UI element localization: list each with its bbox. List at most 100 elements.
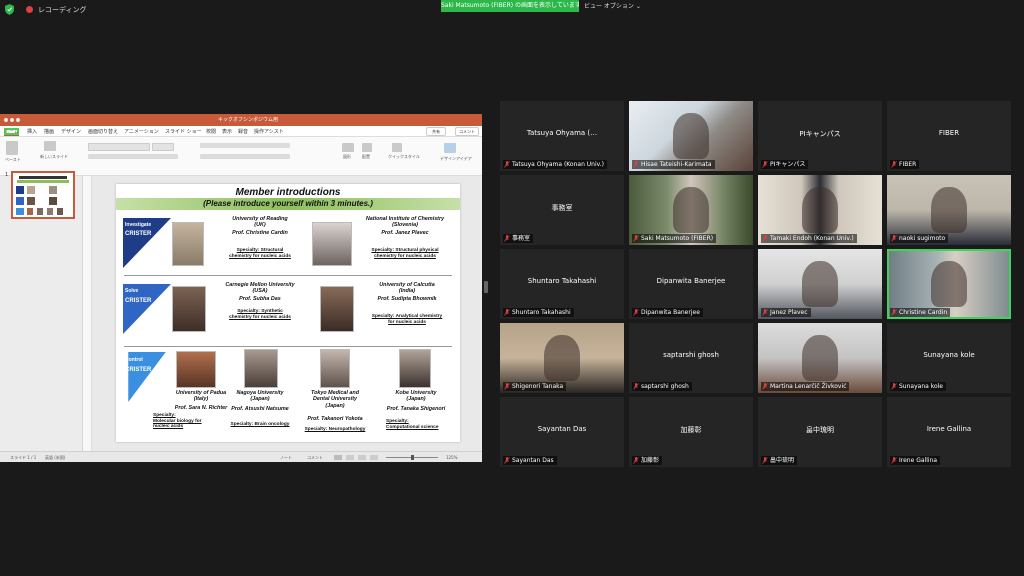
participant-label-text: 事務室 — [512, 235, 531, 242]
font-size-dropdown[interactable] — [152, 143, 174, 151]
participant-label: Tatsuya Ohyama (Konan Univ.) — [503, 160, 607, 169]
alignment-toolbar[interactable] — [200, 154, 290, 159]
prof-atsushi-natsume: Prof. Atsushi Natsume — [231, 406, 289, 412]
photo-christine-cardin — [172, 222, 204, 266]
group-crister-investigate: CRISTER — [125, 231, 152, 237]
microphone-muted-icon — [891, 309, 897, 316]
comments-button[interactable]: コメント — [455, 127, 479, 136]
share-button[interactable]: 共有 — [426, 127, 446, 136]
participant-label: PIキャンパス — [761, 160, 809, 169]
notes-button[interactable]: ノート — [280, 455, 292, 461]
zoom-level[interactable]: 125% — [446, 455, 457, 460]
participant-tile[interactable]: 事務室 事務室 — [500, 175, 624, 245]
participant-tile[interactable]: Tamaki Endoh (Konan Univ.) — [758, 175, 882, 245]
status-language: 英語 (米国) — [45, 455, 66, 460]
microphone-muted-icon — [504, 161, 510, 168]
participant-label-text: Irene Gallina — [899, 457, 938, 464]
tab-insert[interactable]: 挿入 — [27, 128, 37, 135]
participant-label-text: Saki Matsumoto (FIBER) — [641, 235, 714, 242]
slide-sorter-icon[interactable] — [346, 455, 354, 460]
security-shield-icon[interactable] — [5, 4, 14, 15]
participant-tile[interactable]: Janez Plavec — [758, 249, 882, 319]
microphone-muted-icon — [891, 235, 897, 242]
section-divider — [124, 275, 452, 276]
participant-tile[interactable]: Shuntaro Takahashi Shuntaro Takahashi — [500, 249, 624, 319]
participant-tile[interactable]: Sunayana kole Sunayana kole — [887, 323, 1011, 393]
tab-transitions[interactable]: 画面切り替え — [88, 128, 118, 135]
participant-tile[interactable]: Saki Matsumoto (FIBER) — [629, 175, 753, 245]
participant-tile[interactable]: Shigenori Tanaka — [500, 323, 624, 393]
specialty-bhowmik: Specialty: Analytical chemistry for nucl… — [371, 314, 443, 325]
tab-review[interactable]: 校閲 — [206, 128, 216, 135]
tab-view[interactable]: 表示 — [222, 128, 232, 135]
participant-name: PIキャンパス — [799, 130, 841, 138]
reading-view-icon[interactable] — [358, 455, 366, 460]
specialty-richter: Specialty: Molecular biology for nucleic… — [153, 413, 202, 430]
participant-label-text: Martina Lenarčič Živković — [770, 383, 847, 390]
quick-styles-icon[interactable] — [392, 143, 402, 152]
participant-tile[interactable]: Christine Cardin — [887, 249, 1011, 319]
participant-label-text: Sayantan Das — [512, 457, 554, 464]
microphone-muted-icon — [891, 383, 897, 390]
participant-tile[interactable]: Martina Lenarčič Živković — [758, 323, 882, 393]
participant-label-text: PIキャンパス — [770, 161, 806, 168]
participant-tile[interactable]: Hisae Tateishi-Karimata — [629, 101, 753, 171]
slideshow-view-icon[interactable] — [370, 455, 378, 460]
participant-tile[interactable]: naoki sugimoto — [887, 175, 1011, 245]
participant-label-text: Tatsuya Ohyama (Konan Univ.) — [512, 161, 604, 168]
tab-home[interactable]: ホーム — [4, 128, 19, 136]
participant-label-text: Tamaki Endoh (Konan Univ.) — [770, 235, 854, 242]
font-format-toolbar[interactable] — [88, 154, 178, 159]
participant-tile[interactable]: 加藤彰 加藤彰 — [629, 397, 753, 467]
tab-animations[interactable]: アニメーション — [124, 128, 159, 135]
design-ideas-icon[interactable] — [444, 143, 456, 153]
screen-share-banner: Saki Matsumoto (FIBER) の画面を表示しています — [441, 0, 579, 12]
specialty-yokota: Specialty: Neuropathology — [304, 427, 366, 432]
zoom-slider-thumb[interactable] — [411, 455, 414, 460]
shapes-label: 図形 — [343, 154, 351, 159]
institution-reading: University of Reading (UK) — [232, 216, 288, 229]
close-window-icon[interactable] — [4, 118, 8, 122]
tab-slideshow[interactable]: スライド ショー — [165, 128, 202, 135]
participant-tile[interactable]: saptarshi ghosh saptarshi ghosh — [629, 323, 753, 393]
specialty-tanaka: Specialty: Computational science — [386, 419, 439, 430]
participant-tile[interactable]: Dipanwita Banerjee Dipanwita Banerjee — [629, 249, 753, 319]
slide-thumbnail[interactable] — [11, 171, 75, 219]
tab-design[interactable]: デザイン — [61, 128, 81, 135]
participant-label: naoki sugimoto — [890, 234, 949, 243]
maximize-window-icon[interactable] — [16, 118, 20, 122]
participant-tile[interactable]: Irene Gallina Irene Gallina — [887, 397, 1011, 467]
photo-atsushi-natsume — [244, 349, 278, 388]
institution-tokyo-medical: Tokyo Medical and Dental University (Jap… — [310, 390, 360, 409]
paragraph-toolbar[interactable] — [200, 143, 290, 148]
institution-kobe: Kobe University (Japan) — [395, 390, 437, 403]
arrange-icon[interactable] — [362, 143, 372, 152]
tab-tell-me[interactable]: 操作アシスト — [254, 128, 284, 135]
new-slide-icon[interactable] — [44, 141, 56, 151]
participant-video — [673, 187, 709, 233]
participant-label: Tamaki Endoh (Konan Univ.) — [761, 234, 857, 243]
participant-name: FIBER — [938, 129, 960, 137]
participant-tile[interactable]: Tatsuya Ohyama (… Tatsuya Ohyama (Konan U… — [500, 101, 624, 171]
participant-video — [544, 335, 580, 381]
microphone-muted-icon — [762, 235, 768, 242]
font-name-dropdown[interactable] — [88, 143, 150, 151]
participant-tile[interactable]: 畠中琉明 畠中琉明 — [758, 397, 882, 467]
shapes-icon[interactable] — [342, 143, 354, 152]
participant-tile[interactable]: FIBER FIBER — [887, 101, 1011, 171]
view-options-button[interactable]: ビュー オプション ⌄ — [584, 1, 641, 10]
tab-record[interactable]: 録音 — [238, 128, 248, 135]
participant-label: 事務室 — [503, 234, 534, 243]
participant-tile[interactable]: Sayantan Das Sayantan Das — [500, 397, 624, 467]
thumbnail-slide-number: 1 — [5, 172, 9, 178]
minimize-window-icon[interactable] — [10, 118, 14, 122]
institution-slovenia: National Institute of Chemistry (Sloveni… — [365, 216, 445, 229]
participant-label: Shuntaro Takahashi — [503, 308, 574, 317]
split-view-drag-handle[interactable] — [484, 281, 488, 293]
status-comments-button[interactable]: コメント — [307, 455, 323, 461]
paste-icon[interactable] — [6, 141, 18, 155]
tab-draw[interactable]: 描画 — [44, 128, 54, 135]
participant-video — [931, 261, 967, 307]
participant-tile[interactable]: PIキャンパス PIキャンパス — [758, 101, 882, 171]
normal-view-icon[interactable] — [334, 455, 342, 460]
